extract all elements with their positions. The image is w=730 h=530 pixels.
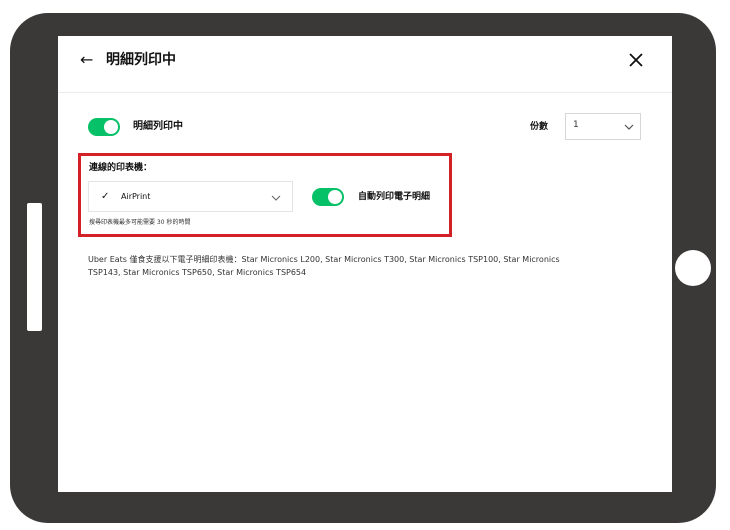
supported-printers-text: Uber Eats 僅食支援以下電子明細印表機：Star Micronics L…: [88, 255, 560, 277]
settings-screen: ← 明細列印中 明細列印中 份數 1 連線的印表機： ✓ AirPrint 自動…: [58, 36, 672, 492]
auto-print-toggle[interactable]: [312, 188, 344, 206]
printer-search-hint: 搜尋印表機最多可能需要 30 秒的時間: [89, 219, 191, 226]
header: ← 明細列印中: [58, 36, 672, 93]
back-arrow-icon[interactable]: ←: [80, 50, 93, 70]
checkmark-icon: ✓: [101, 191, 110, 202]
tablet-side-slot: [27, 203, 42, 331]
page-title: 明細列印中: [106, 52, 176, 68]
printer-value: AirPrint: [121, 192, 151, 201]
chevron-down-icon: [271, 195, 281, 201]
auto-print-label: 自動列印電子明細: [358, 192, 431, 202]
receipt-printing-toggle[interactable]: [88, 118, 120, 136]
copies-value: 1: [573, 120, 579, 130]
printer-label: 連線的印表機：: [89, 163, 153, 173]
tablet-home-button: [675, 250, 711, 286]
close-icon[interactable]: [624, 48, 648, 72]
receipt-printing-label: 明細列印中: [133, 121, 183, 132]
copies-select[interactable]: 1: [565, 113, 641, 140]
copies-label: 份數: [530, 122, 549, 132]
printer-select[interactable]: ✓ AirPrint: [88, 181, 293, 212]
chevron-down-icon: [624, 124, 634, 130]
